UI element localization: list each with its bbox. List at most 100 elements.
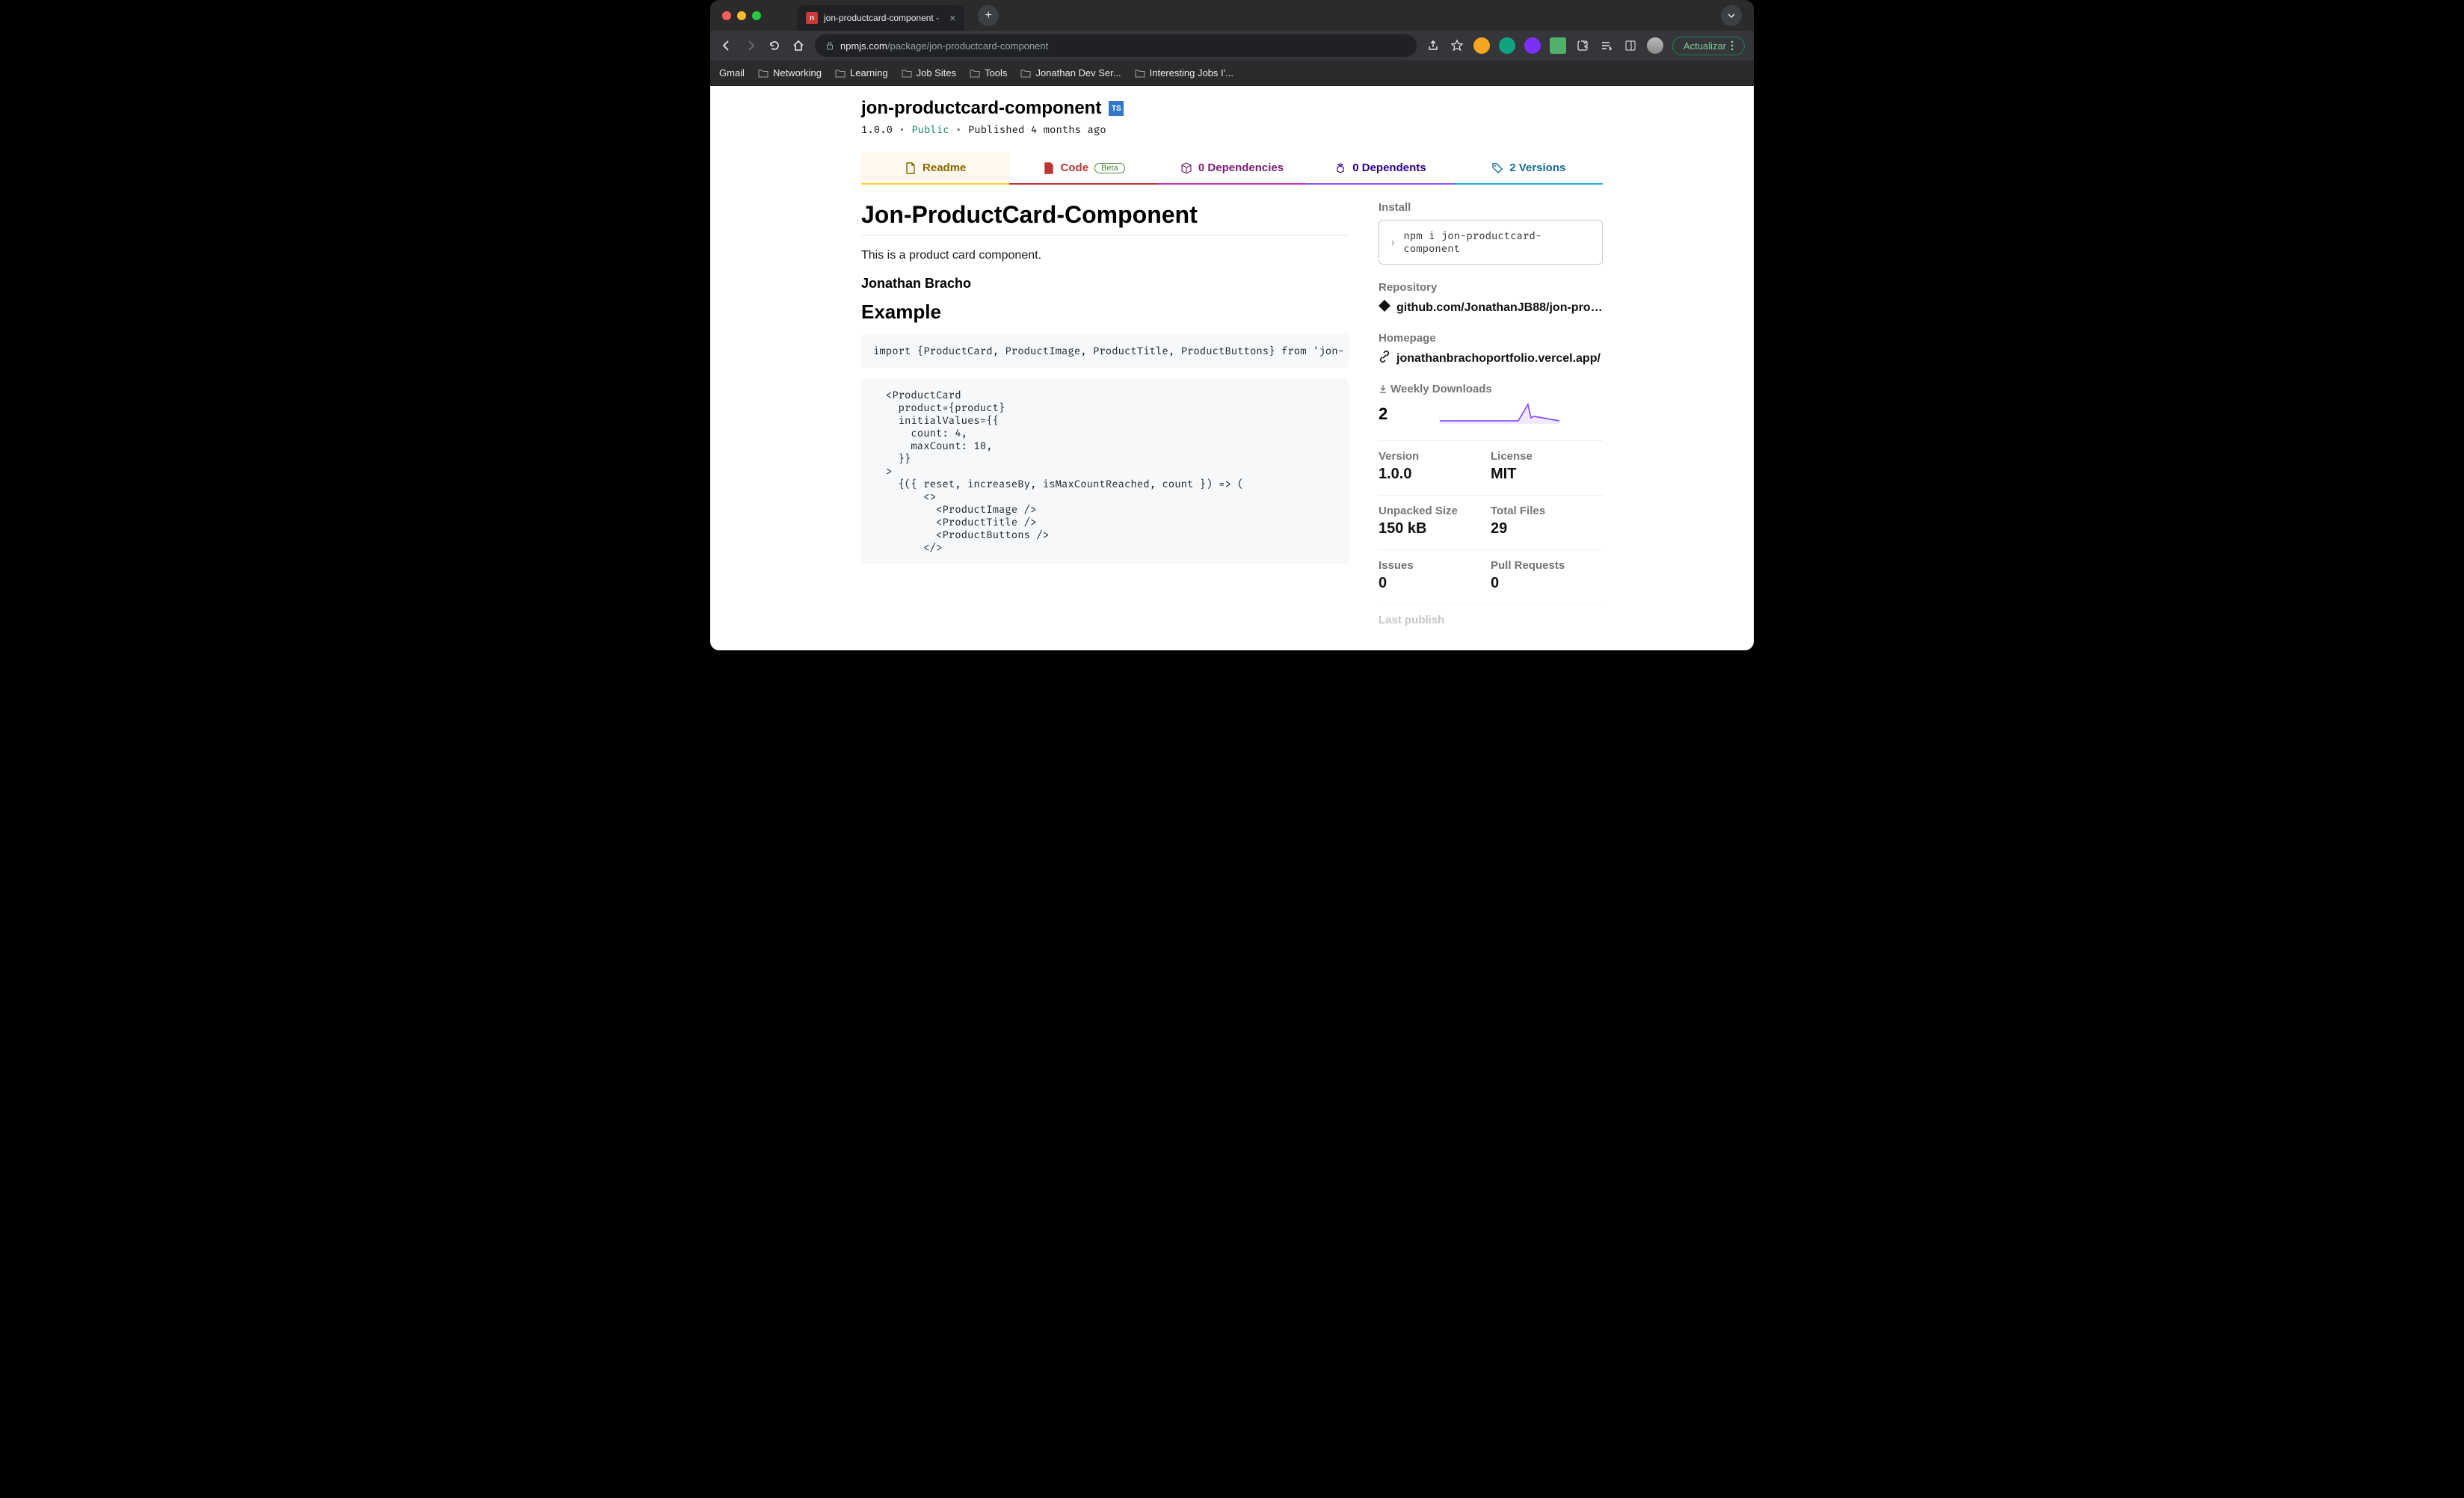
readme-title: Jon-ProductCard-Component [861, 201, 1349, 235]
tab-code-label: Code [1061, 161, 1089, 174]
extension-icon-4[interactable] [1550, 37, 1566, 54]
bookmark-star-icon[interactable] [1450, 38, 1464, 53]
bookmark-gmail[interactable]: Gmail [719, 67, 745, 78]
folder-icon [1135, 69, 1145, 78]
install-command[interactable]: › npm i jon-productcard-component [1379, 220, 1603, 265]
package-name: jon-productcard-component [861, 98, 1101, 119]
forward-button[interactable] [743, 38, 758, 53]
example-heading: Example [861, 300, 1349, 324]
bookmark-tools[interactable]: Tools [970, 67, 1007, 78]
extension-icon-1[interactable] [1473, 37, 1490, 54]
browser-toolbar: npmjs.com/package/jon-productcard-compon… [710, 31, 1754, 61]
last-publish-label: Last publish [1379, 604, 1603, 626]
package-meta: 1.0.0 • Public • Published 4 months ago [861, 123, 1603, 136]
tags-icon [1491, 162, 1503, 174]
visibility-text: Public [911, 123, 949, 136]
code-block-jsx: <ProductCard product={product} initialVa… [861, 378, 1349, 564]
downloads-sparkline [1396, 401, 1603, 424]
extension-icon-2[interactable] [1499, 37, 1515, 54]
chevron-right-icon: › [1390, 236, 1396, 249]
address-bar[interactable]: npmjs.com/package/jon-productcard-compon… [815, 34, 1417, 57]
browser-tab[interactable]: n jon-productcard-component - × [797, 5, 964, 31]
repo-label: Repository [1379, 281, 1603, 294]
new-tab-button[interactable]: + [978, 5, 999, 26]
meta-grid: Version 1.0.0 License MIT Unpacked Size … [1379, 440, 1603, 604]
meta-license: License MIT [1491, 440, 1603, 495]
sidepanel-icon[interactable] [1623, 38, 1638, 53]
bookmark-learning[interactable]: Learning [835, 67, 888, 78]
published-text: Published 4 months ago [968, 123, 1106, 136]
maximize-window-button[interactable] [752, 11, 761, 20]
tab-versions[interactable]: 2 Versions [1455, 152, 1603, 185]
box-icon [1180, 162, 1192, 174]
share-icon[interactable] [1426, 38, 1441, 53]
tab-dependents-label: 0 Dependents [1352, 161, 1426, 174]
bookmark-job-sites[interactable]: Job Sites [902, 67, 956, 78]
npm-favicon-icon: n [806, 12, 818, 24]
meta-size: Unpacked Size 150 kB [1379, 495, 1491, 549]
home-button[interactable] [791, 38, 806, 53]
readme-author: Jonathan Bracho [861, 276, 1349, 292]
git-icon [1379, 300, 1390, 315]
link-icon [1379, 351, 1390, 366]
tab-readme[interactable]: Readme [861, 152, 1009, 185]
playlist-icon[interactable] [1599, 38, 1614, 53]
bookmark-jonathan-dev[interactable]: Jonathan Dev Ser... [1020, 67, 1121, 78]
lock-icon [825, 41, 834, 50]
install-cmd-text: npm i jon-productcard-component [1403, 229, 1592, 255]
tab-dependencies[interactable]: 0 Dependencies [1158, 152, 1306, 185]
update-button-label: Actualizar [1684, 40, 1726, 52]
close-tab-icon[interactable]: × [949, 12, 955, 24]
folder-icon [835, 69, 846, 78]
repo-link-text: github.com/JonathanJB88/jon-product... [1396, 301, 1603, 315]
bookmarks-bar: Gmail Networking Learning Job Sites Tool… [710, 61, 1754, 86]
package-header: jon-productcard-component TS 1.0.0 • Pub… [861, 95, 1603, 139]
install-label: Install [1379, 201, 1603, 214]
homepage-link[interactable]: jonathanbrachoportfolio.vercel.app/ [1379, 351, 1603, 366]
code-block-import: import {ProductCard, ProductImage, Produ… [861, 334, 1349, 368]
readme-section: Jon-ProductCard-Component This is a prod… [861, 201, 1349, 626]
tab-deps-label: 0 Dependencies [1198, 161, 1284, 174]
downloads-count: 2 [1379, 404, 1387, 424]
code-icon [1043, 162, 1055, 174]
traffic-lights [722, 11, 761, 20]
tab-readme-label: Readme [923, 161, 966, 174]
toolbar-right: Actualizar [1426, 37, 1745, 55]
bookmark-networking[interactable]: Networking [758, 67, 822, 78]
download-icon [1379, 384, 1387, 393]
update-button[interactable]: Actualizar [1672, 37, 1745, 55]
repo-link[interactable]: github.com/JonathanJB88/jon-product... [1379, 300, 1603, 315]
tabs-dropdown-icon[interactable] [1721, 5, 1742, 26]
meta-version: Version 1.0.0 [1379, 440, 1491, 495]
downloads-label: Weekly Downloads [1379, 383, 1603, 395]
meta-pull-requests[interactable]: Pull Requests 0 [1491, 549, 1603, 604]
reload-button[interactable] [767, 38, 782, 53]
readme-intro: This is a product card component. [861, 249, 1349, 262]
close-window-button[interactable] [722, 11, 731, 20]
tab-code[interactable]: Code Beta [1009, 152, 1157, 185]
tab-versions-label: 2 Versions [1509, 161, 1565, 174]
readme-icon [905, 162, 917, 174]
tab-title: jon-productcard-component - [824, 13, 939, 23]
meta-issues[interactable]: Issues 0 [1379, 549, 1491, 604]
boxes-icon [1334, 162, 1346, 174]
folder-icon [1020, 69, 1031, 78]
meta-files: Total Files 29 [1491, 495, 1603, 549]
back-button[interactable] [719, 38, 734, 53]
sidebar: Install › npm i jon-productcard-componen… [1379, 201, 1603, 626]
minimize-window-button[interactable] [737, 11, 746, 20]
url-text: npmjs.com/package/jon-productcard-compon… [840, 40, 1048, 52]
page-content: jon-productcard-component TS 1.0.0 • Pub… [710, 86, 1754, 650]
package-tabs: Readme Code Beta 0 Dependencies 0 Depend… [861, 152, 1603, 185]
version-text: 1.0.0 [861, 123, 893, 136]
extension-icon-3[interactable] [1524, 37, 1541, 54]
bookmark-interesting-jobs[interactable]: Interesting Jobs I'... [1135, 67, 1233, 78]
typescript-badge-icon: TS [1109, 101, 1124, 116]
kebab-icon [1731, 40, 1734, 51]
homepage-link-text: jonathanbrachoportfolio.vercel.app/ [1396, 352, 1601, 366]
titlebar: n jon-productcard-component - × + [710, 0, 1754, 31]
extensions-puzzle-icon[interactable] [1575, 38, 1590, 53]
browser-window: n jon-productcard-component - × + npmjs.… [710, 0, 1754, 650]
profile-avatar[interactable] [1647, 37, 1663, 54]
tab-dependents[interactable]: 0 Dependents [1306, 152, 1454, 185]
